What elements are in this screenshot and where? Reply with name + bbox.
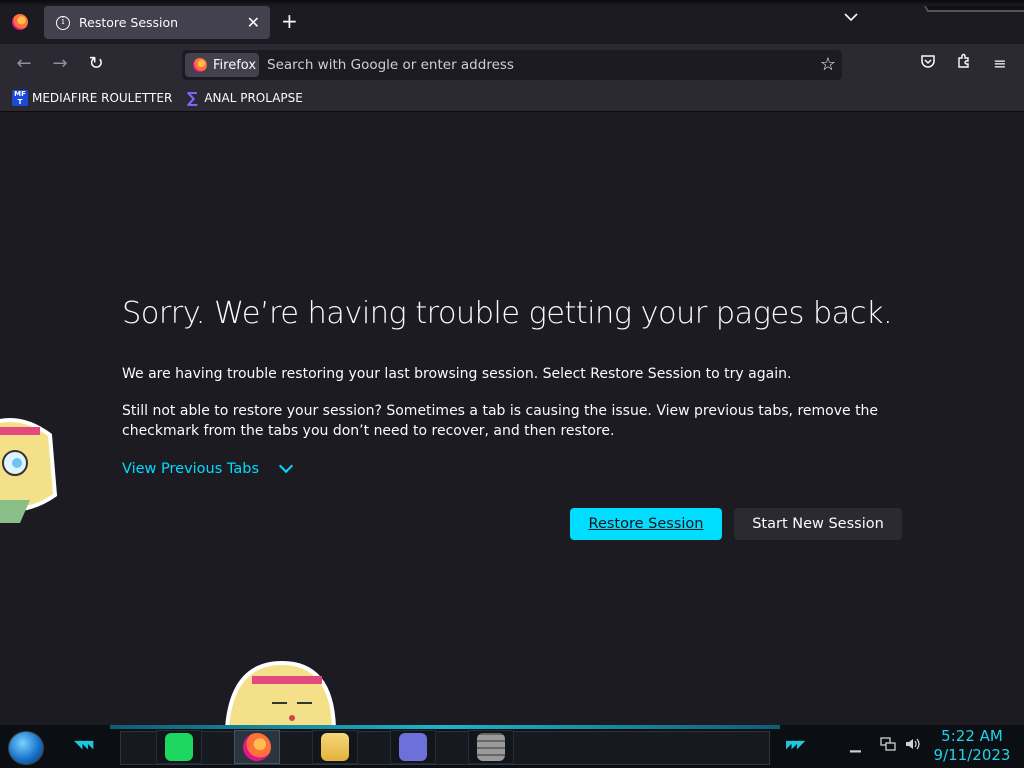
forward-button[interactable]: → — [48, 52, 72, 76]
tab-close-icon[interactable]: ✕ — [247, 13, 260, 32]
bookmark-mediafire-rouletter[interactable]: MF T MEDIAFIRE ROULETTER — [12, 89, 173, 106]
navigation-toolbar: ← → ↻ Firefox ☆ ≡ — [0, 44, 1024, 84]
view-previous-tabs-toggle[interactable]: View Previous Tabs — [122, 458, 294, 477]
session-restore-page: Sorry. We’re having trouble getting your… — [0, 113, 1024, 728]
start-new-session-button[interactable]: Start New Session — [734, 508, 902, 540]
firefox-logo-icon[interactable] — [12, 14, 28, 30]
list-all-tabs-button[interactable] — [844, 10, 858, 26]
clock-time: 5:22 AM — [941, 727, 1003, 745]
taskbar-spotify[interactable] — [156, 730, 202, 764]
tab-title: Restore Session — [79, 15, 179, 30]
tab-strip: i Restore Session ✕ + — [0, 0, 1024, 44]
bookmark-label: MEDIAFIRE ROULETTER — [32, 90, 173, 105]
back-button[interactable]: ← — [12, 52, 36, 76]
system-clock[interactable]: 5:22 AM 9/11/2023 — [932, 727, 1012, 765]
file-explorer-icon — [321, 733, 349, 761]
network-icon[interactable] — [880, 737, 896, 755]
taskbar-accent — [110, 725, 780, 729]
firefox-icon — [193, 58, 207, 72]
info-icon: i — [56, 15, 70, 30]
pocket-icon[interactable] — [916, 52, 940, 76]
new-tab-button[interactable]: + — [281, 9, 298, 33]
page-title: Sorry. We’re having trouble getting your… — [122, 296, 893, 331]
taskbar-firefox[interactable] — [234, 730, 280, 764]
start-button[interactable] — [8, 731, 44, 765]
help-text: Still not able to restore your session? … — [122, 403, 879, 439]
mediafire-icon: MF T — [12, 89, 28, 106]
chevron-down-icon — [278, 458, 294, 474]
brick-wall-icon — [477, 733, 505, 761]
card-app-icon — [399, 733, 427, 761]
reload-button[interactable]: ↻ — [84, 52, 108, 76]
firefox-window: i Restore Session ✕ + ← → ↻ Firefox ☆ ≡ — [0, 0, 1024, 768]
address-input[interactable] — [267, 50, 807, 80]
extensions-icon[interactable] — [952, 52, 976, 76]
menu-icon[interactable]: ≡ — [988, 52, 1012, 76]
restore-session-button[interactable]: Restore Session — [570, 508, 722, 540]
decor-chevrons: ◤◤◤ — [786, 738, 805, 751]
bookmark-label: ANAL PROLAPSE — [204, 90, 303, 105]
url-bar[interactable]: Firefox ☆ — [182, 50, 842, 80]
taskbar-card-app[interactable] — [390, 730, 436, 764]
clock-date: 9/11/2023 — [933, 746, 1011, 764]
volume-icon[interactable] — [905, 737, 921, 755]
view-previous-tabs-label: View Previous Tabs — [122, 461, 260, 477]
cartoon-character-sticker — [0, 418, 58, 523]
taskbar-file-explorer[interactable] — [312, 730, 358, 764]
taskbar: ◥◥◥ ◤◤◤ ▁ 5:22 AM 9/11/2023 — [0, 725, 1024, 768]
bookmark-anal-prolapse[interactable]: ∑ ANAL PROLAPSE — [184, 90, 303, 106]
bookmarks-toolbar: MF T MEDIAFIRE ROULETTER ∑ ANAL PROLAPSE — [0, 84, 1024, 112]
description-text: We are having trouble restoring your las… — [122, 366, 792, 382]
identity-label: Firefox — [213, 57, 257, 73]
tab-restore-session[interactable]: i Restore Session ✕ — [44, 6, 270, 39]
spotify-icon — [165, 733, 193, 761]
decor-chevrons: ◥◥◥ — [74, 738, 93, 751]
identity-box[interactable]: Firefox — [185, 53, 259, 77]
cartoon-character-sticker — [224, 660, 337, 728]
bookmark-star-icon[interactable]: ☆ — [820, 54, 836, 75]
sigma-icon: ∑ — [186, 88, 198, 107]
taskbar-brick-wall[interactable] — [468, 730, 514, 764]
taskbar-frame — [120, 731, 770, 765]
firefox-icon — [243, 733, 271, 761]
title-decoration — [920, 0, 1024, 12]
chevron-down-icon — [844, 13, 858, 22]
show-hidden-icons-button[interactable]: ▁ — [850, 737, 861, 753]
